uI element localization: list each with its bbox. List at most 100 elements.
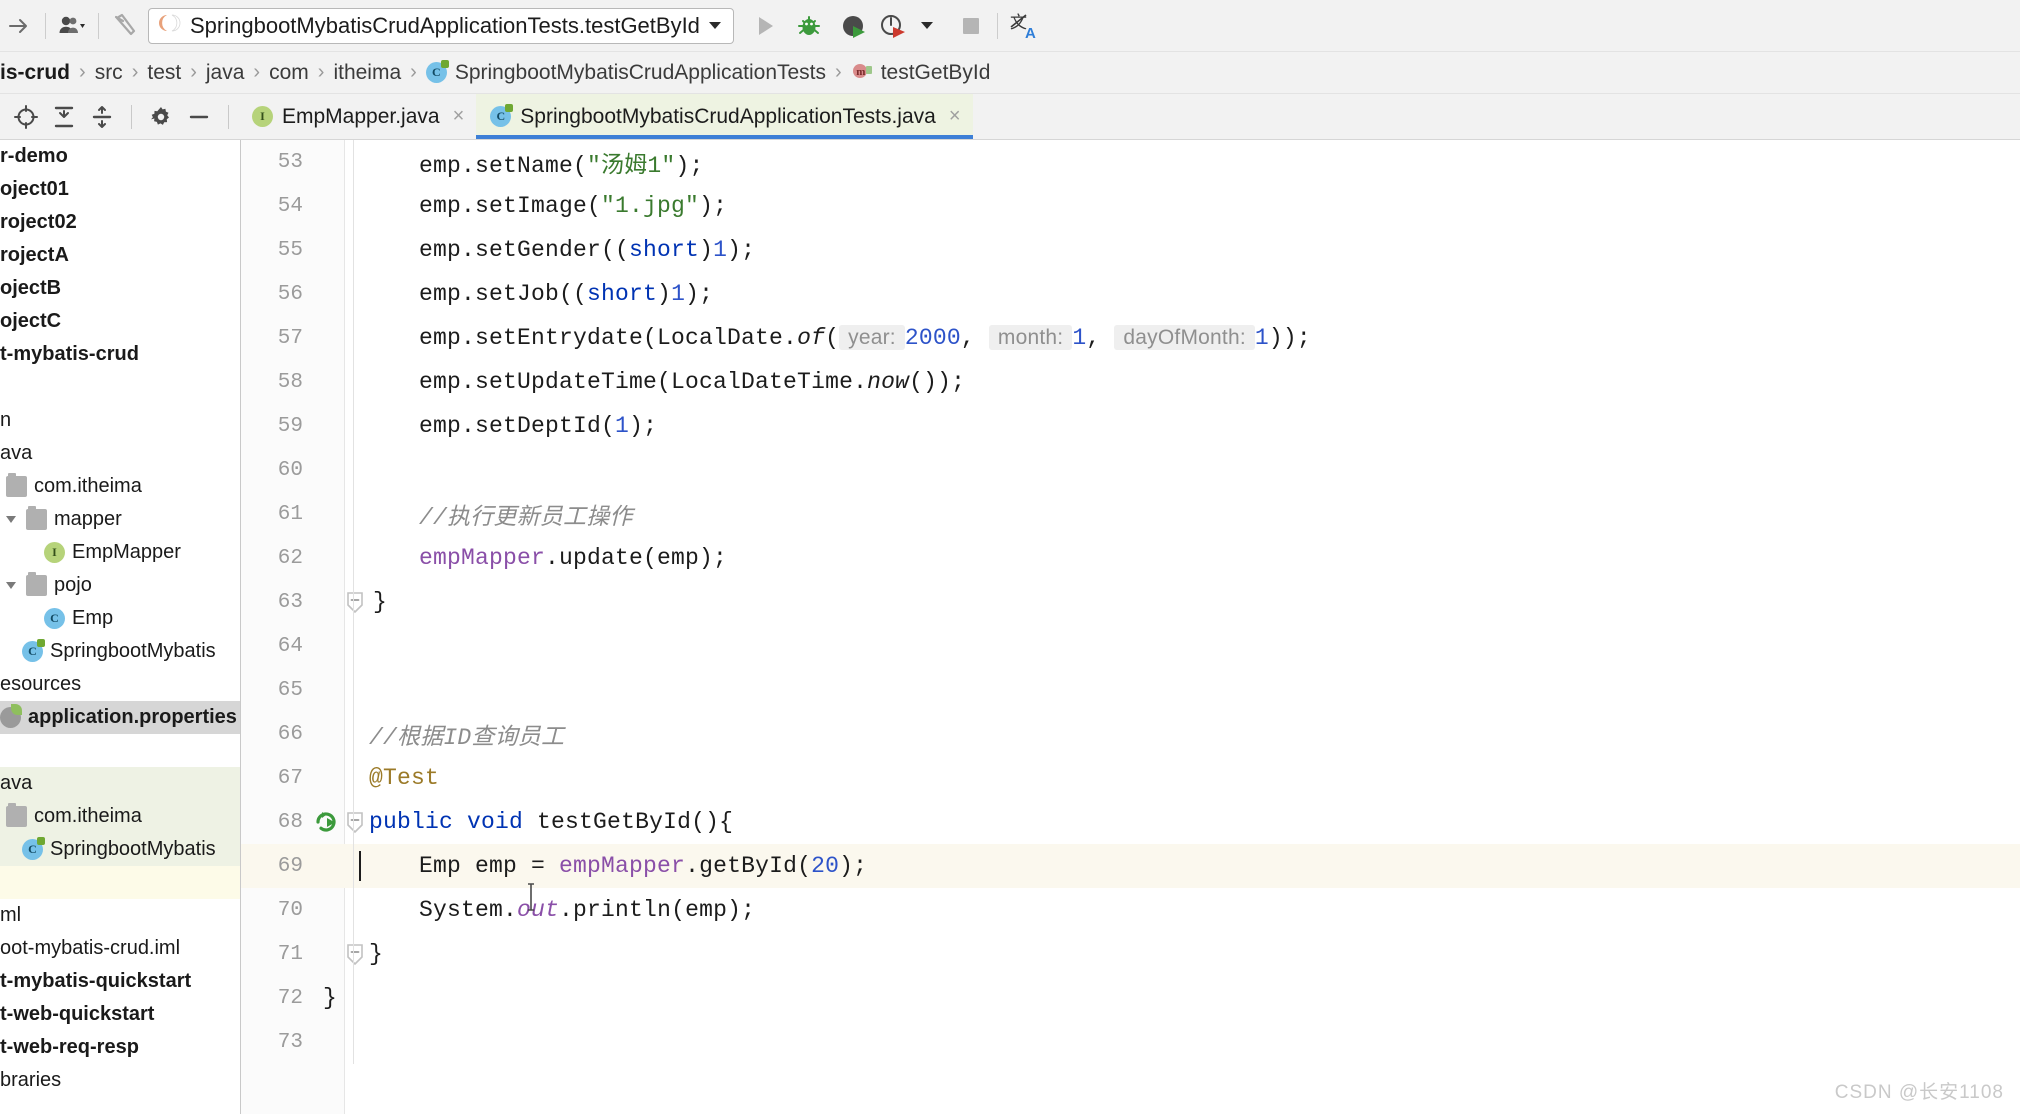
project-tree-item[interactable]: C SpringbootMybatis xyxy=(0,635,240,668)
project-tree-spacer xyxy=(0,734,240,767)
profile-button[interactable] xyxy=(876,9,910,43)
project-tree-item[interactable]: com.itheima xyxy=(0,800,240,833)
breadcrumb-item-1[interactable]: src xyxy=(86,61,132,85)
run-with-coverage-button[interactable] xyxy=(836,9,870,43)
breadcrumb-item-0[interactable]: is-crud xyxy=(0,61,79,85)
stop-button[interactable] xyxy=(954,9,988,43)
settings-gear-icon[interactable] xyxy=(143,99,179,135)
project-tree-item[interactable]: ava xyxy=(0,437,240,470)
code-line[interactable]: 55 emp.setGender((short)1); xyxy=(241,228,2020,272)
tab-emp-mapper[interactable]: I EmpMapper.java × xyxy=(238,94,476,139)
code-fold-icon[interactable] xyxy=(341,800,369,844)
code-line[interactable]: 62 empMapper.update(emp); xyxy=(241,536,2020,580)
project-tree-item[interactable]: braries xyxy=(0,1064,240,1097)
project-tree-item[interactable]: roject02 xyxy=(0,206,240,239)
project-tree-item[interactable]: mapper xyxy=(0,503,240,536)
project-tree-item[interactable]: r-demo xyxy=(0,140,240,173)
project-tree-item[interactable]: oot-mybatis-crud.iml xyxy=(0,932,240,965)
project-tree-item[interactable]: ml xyxy=(0,899,240,932)
translate-button[interactable]: 文 A xyxy=(1007,9,1041,43)
breadcrumb-item-5[interactable]: itheima xyxy=(324,61,410,85)
project-tree-item[interactable]: esources xyxy=(0,668,240,701)
project-tree-item[interactable]: pojo xyxy=(0,569,240,602)
project-tree-item[interactable]: t-mybatis-crud xyxy=(0,338,240,371)
code-editor[interactable]: 53 emp.setName("汤姆1"); 54 emp.setImage("1.j… xyxy=(241,140,2020,1114)
breadcrumb-item-2[interactable]: test xyxy=(138,61,190,85)
code-line[interactable]: 72} xyxy=(241,976,2020,1020)
project-tree-item[interactable]: C Emp xyxy=(0,602,240,635)
code-line[interactable]: 58 emp.setUpdateTime(LocalDateTime.now())… xyxy=(241,360,2020,404)
svg-text:m: m xyxy=(856,66,865,78)
indent-guide xyxy=(353,624,354,668)
debug-button[interactable] xyxy=(792,9,826,43)
code-line[interactable]: 59 emp.setDeptId(1); xyxy=(241,404,2020,448)
code-line[interactable]: 68 public void testGetById(){ xyxy=(241,800,2020,844)
code-line[interactable]: 57 emp.setEntrydate(LocalDate.of( year: 2… xyxy=(241,316,2020,360)
folder-icon xyxy=(6,473,27,497)
chevron-down-icon[interactable] xyxy=(708,22,721,29)
indent-guide xyxy=(353,184,354,228)
run-configuration-selector[interactable]: SpringbootMybatisCrudApplicationTests.te… xyxy=(148,7,734,44)
code-line[interactable]: 56 emp.setJob((short)1); xyxy=(241,272,2020,316)
project-tree-item[interactable]: C SpringbootMybatis xyxy=(0,833,240,866)
code-line[interactable]: 70 System.out.println(emp); xyxy=(241,888,2020,932)
project-tree-item[interactable]: ojectC xyxy=(0,305,240,338)
code-line[interactable]: 63} xyxy=(241,580,2020,624)
line-number: 68 xyxy=(277,810,303,834)
run-config-icon xyxy=(159,12,181,39)
project-tree-item[interactable]: n xyxy=(0,404,240,437)
build-hammer-icon[interactable] xyxy=(108,9,142,43)
project-tree-item[interactable]: ava xyxy=(0,767,240,800)
breadcrumb-item-7[interactable]: m testGetById xyxy=(842,59,1000,87)
code-fold-icon[interactable] xyxy=(341,580,369,624)
code-line[interactable]: 71} xyxy=(241,932,2020,976)
breadcrumb-item-3[interactable]: java xyxy=(197,61,254,85)
breadcrumb-item-6[interactable]: C SpringbootMybatisCrudApplicationTests xyxy=(417,60,835,85)
code-line[interactable]: 53 emp.setName("汤姆1"); xyxy=(241,140,2020,184)
code-fold-icon[interactable] xyxy=(341,932,369,976)
code-line[interactable]: 64 xyxy=(241,624,2020,668)
collapse-all-icon[interactable] xyxy=(46,99,82,135)
close-icon[interactable]: × xyxy=(949,105,961,128)
code-line[interactable]: 67 @Test xyxy=(241,756,2020,800)
project-tree-item[interactable]: t-web-req-resp xyxy=(0,1031,240,1064)
chevron-down-icon[interactable] xyxy=(6,516,16,523)
profile-dropdown-caret-icon[interactable] xyxy=(910,9,944,43)
project-tree-item[interactable]: t-mybatis-quickstart xyxy=(0,965,240,998)
line-number: 69 xyxy=(277,854,303,878)
method-icon: m xyxy=(851,59,873,87)
line-number: 54 xyxy=(277,194,303,218)
project-tree-sidebar[interactable]: r-demo oject01 roject02 rojectA ojectB ojectC… xyxy=(0,140,241,1114)
user-profile-icon[interactable] xyxy=(55,9,89,43)
code-line[interactable]: 61 //执行更新员工操作 xyxy=(241,492,2020,536)
project-tree-item-label: com.itheima xyxy=(34,475,142,497)
select-opened-file-icon[interactable] xyxy=(8,99,44,135)
indent-guide xyxy=(353,316,354,360)
code-line[interactable]: 69 Emp emp = empMapper.getById(20); xyxy=(241,844,2020,888)
run-button[interactable] xyxy=(748,9,782,43)
code-line[interactable]: 60 xyxy=(241,448,2020,492)
project-tree-item[interactable]: ojectB xyxy=(0,272,240,305)
spring-class-icon: C xyxy=(22,639,45,662)
project-tree-item-label: ojectB xyxy=(0,277,62,299)
project-tree-item[interactable]: oject01 xyxy=(0,173,240,206)
project-tree-item[interactable]: rojectA xyxy=(0,239,240,272)
project-tree-item[interactable]: t-web-quickstart xyxy=(0,998,240,1031)
forward-arrow-icon[interactable] xyxy=(2,9,36,43)
project-tree-item-label: ml xyxy=(0,904,22,926)
close-icon[interactable]: × xyxy=(453,105,465,128)
code-line[interactable]: 73 xyxy=(241,1020,2020,1064)
expand-all-icon[interactable] xyxy=(84,99,120,135)
project-tree-item[interactable]: I EmpMapper xyxy=(0,536,240,569)
tab-springboot-mybatis-crud-application-tests[interactable]: C SpringbootMybatisCrudApplicationTests.… xyxy=(476,94,973,139)
project-tree-item[interactable]: application.properties xyxy=(0,701,240,734)
run-test-gutter-icon[interactable] xyxy=(311,800,341,844)
code-lines[interactable]: 53 emp.setName("汤姆1"); 54 emp.setImage("1.j… xyxy=(241,140,2020,1114)
breadcrumb-item-4[interactable]: com xyxy=(260,61,318,85)
code-line[interactable]: 66 //根据ID查询员工 xyxy=(241,712,2020,756)
hide-panel-icon[interactable] xyxy=(181,99,217,135)
code-line[interactable]: 65 xyxy=(241,668,2020,712)
code-line[interactable]: 54 emp.setImage("1.jpg"); xyxy=(241,184,2020,228)
chevron-down-icon[interactable] xyxy=(6,582,16,589)
project-tree-item[interactable]: com.itheima xyxy=(0,470,240,503)
